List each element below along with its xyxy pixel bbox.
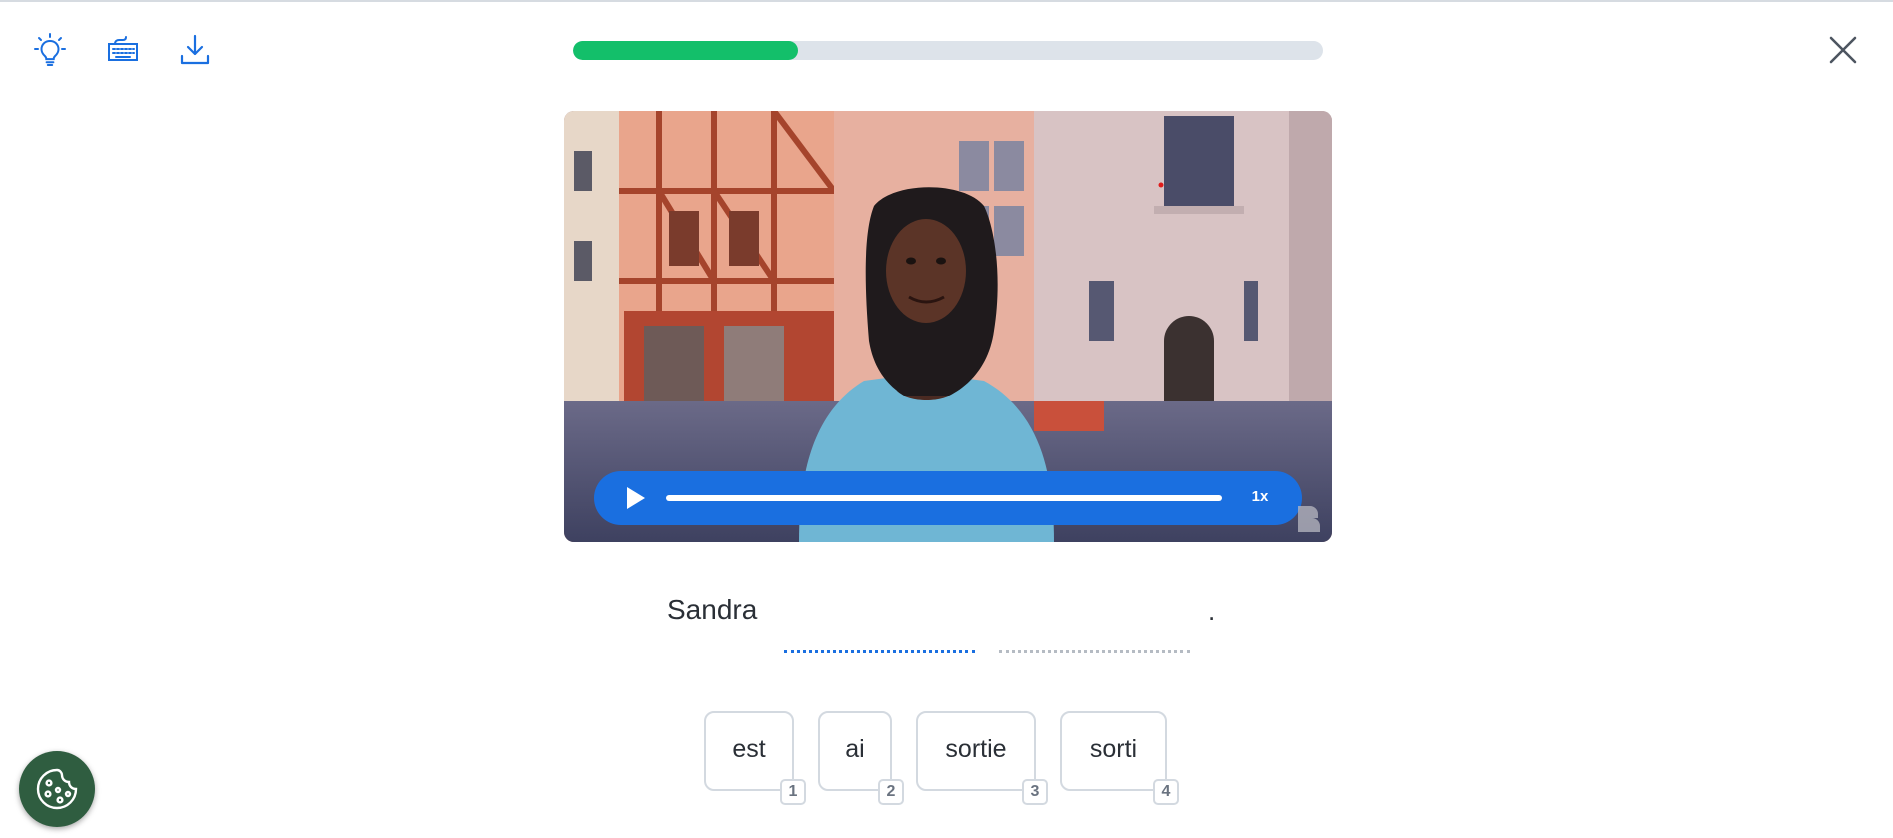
keyboard-shortcut-badge: 3 [1022, 779, 1048, 805]
word-tile-sortie[interactable]: sortie 3 [916, 711, 1048, 805]
sentence-suffix: . [1208, 596, 1216, 626]
video-controls: 1x [594, 471, 1302, 525]
top-border [0, 0, 1893, 2]
lesson-progress-bar [573, 41, 1323, 60]
keyboard-button[interactable] [103, 30, 143, 70]
download-icon [180, 34, 210, 65]
answer-blank-1[interactable] [784, 646, 975, 653]
sentence-prefix: Sandra [667, 594, 758, 625]
keyboard-icon [108, 36, 138, 61]
word-tile-est[interactable]: est 1 [704, 711, 806, 805]
keyboard-shortcut-badge: 4 [1153, 779, 1179, 805]
word-tile-label: est [732, 734, 766, 763]
lesson-progress-fill [573, 41, 798, 60]
word-tile-ai[interactable]: ai 2 [818, 711, 904, 805]
video-player[interactable]: 1x [564, 111, 1332, 542]
word-tile-label: sorti [1089, 734, 1138, 763]
hint-button[interactable] [30, 30, 70, 70]
close-icon [1829, 36, 1857, 64]
answer-blank-2[interactable] [999, 646, 1190, 653]
watermark-logo-icon [1298, 506, 1320, 532]
video-seek-bar[interactable] [666, 495, 1222, 501]
download-button[interactable] [175, 30, 215, 70]
keyboard-shortcut-badge: 1 [780, 779, 806, 805]
word-tile-sorti[interactable]: sorti 4 [1060, 711, 1179, 805]
play-icon [627, 487, 645, 509]
play-button[interactable] [622, 485, 648, 511]
cookie-settings-button[interactable] [19, 751, 95, 827]
playback-speed-button[interactable]: 1x [1242, 488, 1278, 508]
cookie-icon [36, 768, 78, 810]
word-tile-label: sortie [945, 734, 1007, 763]
keyboard-shortcut-badge: 2 [878, 779, 904, 805]
lightbulb-icon [34, 33, 66, 66]
close-button[interactable] [1823, 30, 1863, 70]
word-tile-label: ai [845, 734, 865, 763]
